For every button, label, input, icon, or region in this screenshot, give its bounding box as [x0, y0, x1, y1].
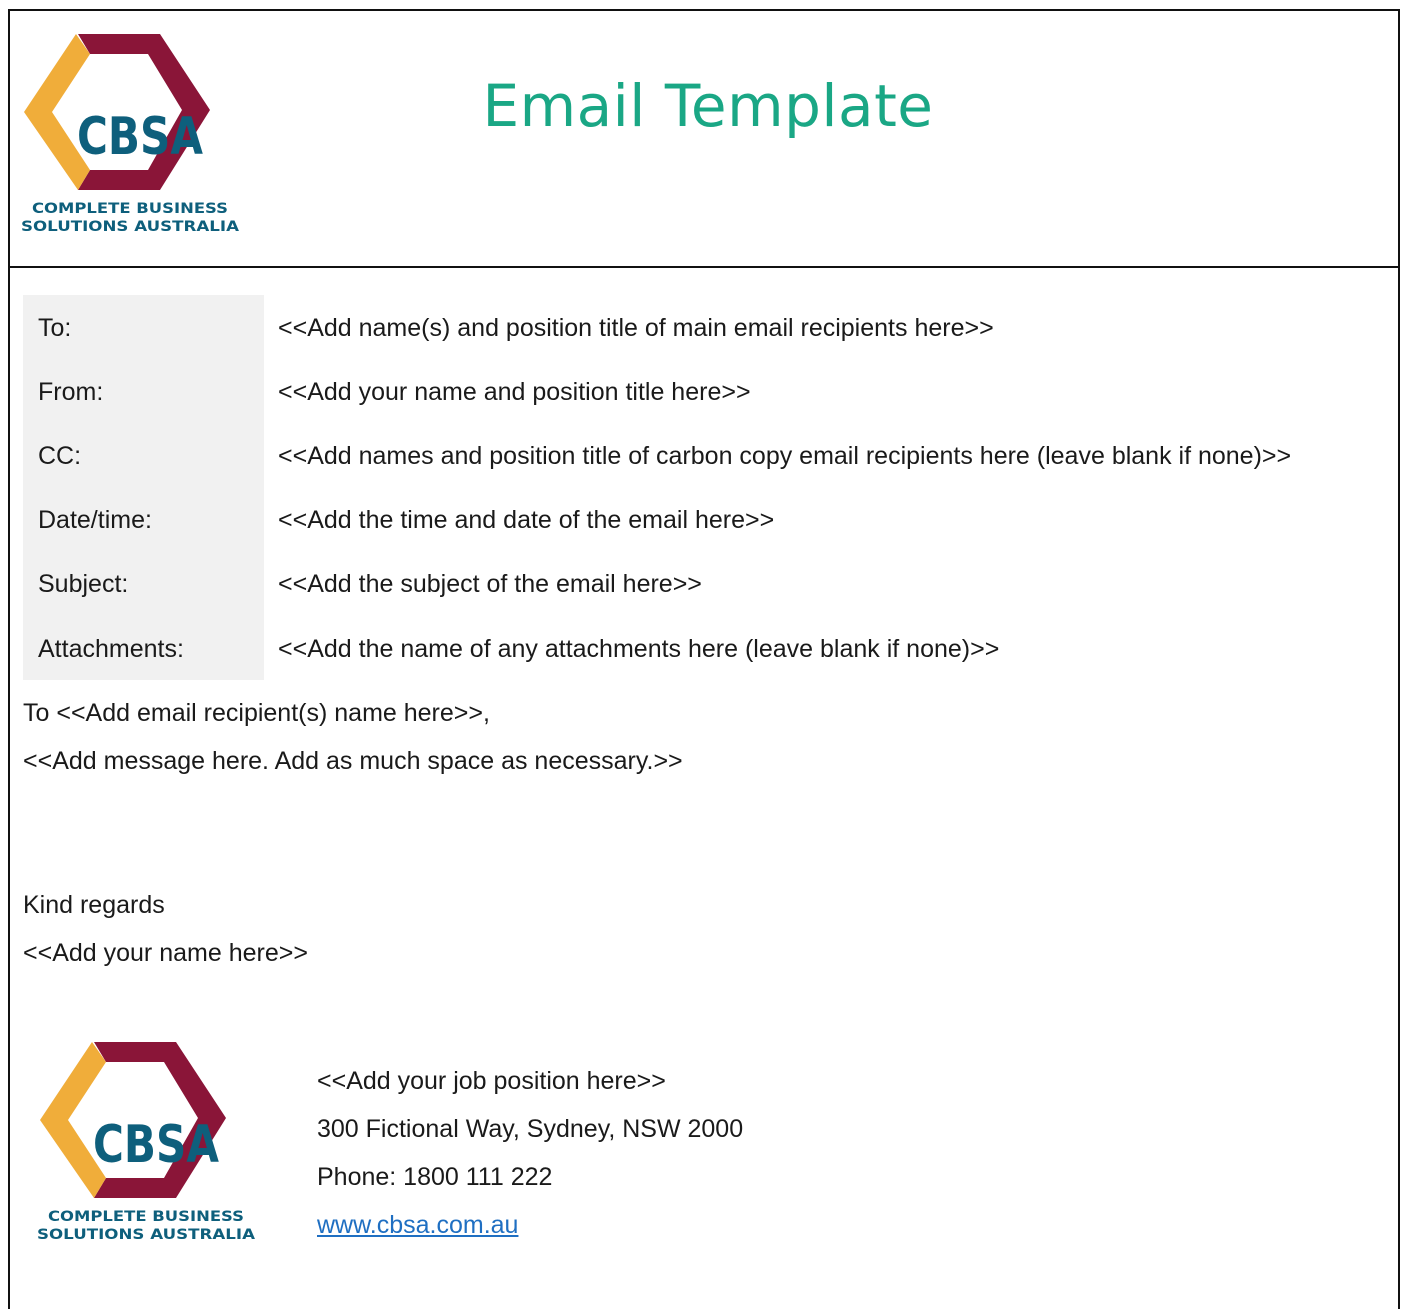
signature-phone: Phone: 1800 111 222	[317, 1163, 553, 1191]
logo-line-2: SOLUTIONS AUSTRALIA	[21, 219, 239, 235]
field-label: Subject:	[38, 570, 129, 598]
header-divider	[8, 266, 1400, 268]
website-link[interactable]: www.cbsa.com.au	[317, 1211, 518, 1239]
signature-position: <<Add your job position here>>	[317, 1067, 666, 1095]
field-value: <<Add names and position title of carbon…	[278, 442, 1292, 470]
field-value: <<Add the subject of the email here>>	[278, 570, 702, 598]
closing-line: Kind regards	[23, 891, 165, 919]
logo-mark-text: CBSA	[77, 107, 203, 167]
field-value: <<Add name(s) and position title of main…	[278, 314, 994, 342]
logo-mark-text: CBSA	[93, 1115, 219, 1175]
field-label: To:	[38, 314, 72, 342]
logo-line-1: COMPLETE BUSINESS	[48, 1209, 244, 1225]
sender-name-line: <<Add your name here>>	[23, 939, 308, 967]
field-value: <<Add the name of any attachments here (…	[278, 635, 1000, 663]
field-value: <<Add the time and date of the email her…	[278, 506, 775, 534]
logo-line-1: COMPLETE BUSINESS	[32, 201, 228, 217]
field-value: <<Add your name and position title here>…	[278, 378, 751, 406]
message-line: <<Add message here. Add as much space as…	[23, 747, 683, 775]
signature-website-line: www.cbsa.com.au	[317, 1210, 518, 1240]
logo-line-2: SOLUTIONS AUSTRALIA	[37, 1227, 255, 1243]
field-label: Date/time:	[38, 506, 152, 534]
field-label: From:	[38, 378, 104, 406]
cbsa-logo: CBSA COMPLETE BUSINESS SOLUTIONS AUSTRAL…	[20, 32, 246, 237]
signature-address: 300 Fictional Way, Sydney, NSW 2000	[317, 1115, 744, 1143]
page-title: Email Template	[482, 72, 934, 140]
field-label: CC:	[38, 442, 82, 470]
field-labels-column	[23, 295, 264, 680]
field-label: Attachments:	[38, 635, 184, 663]
greeting-line: To <<Add email recipient(s) name here>>,	[23, 699, 490, 727]
signature-cbsa-logo: CBSA COMPLETE BUSINESS SOLUTIONS AUSTRAL…	[36, 1040, 262, 1245]
